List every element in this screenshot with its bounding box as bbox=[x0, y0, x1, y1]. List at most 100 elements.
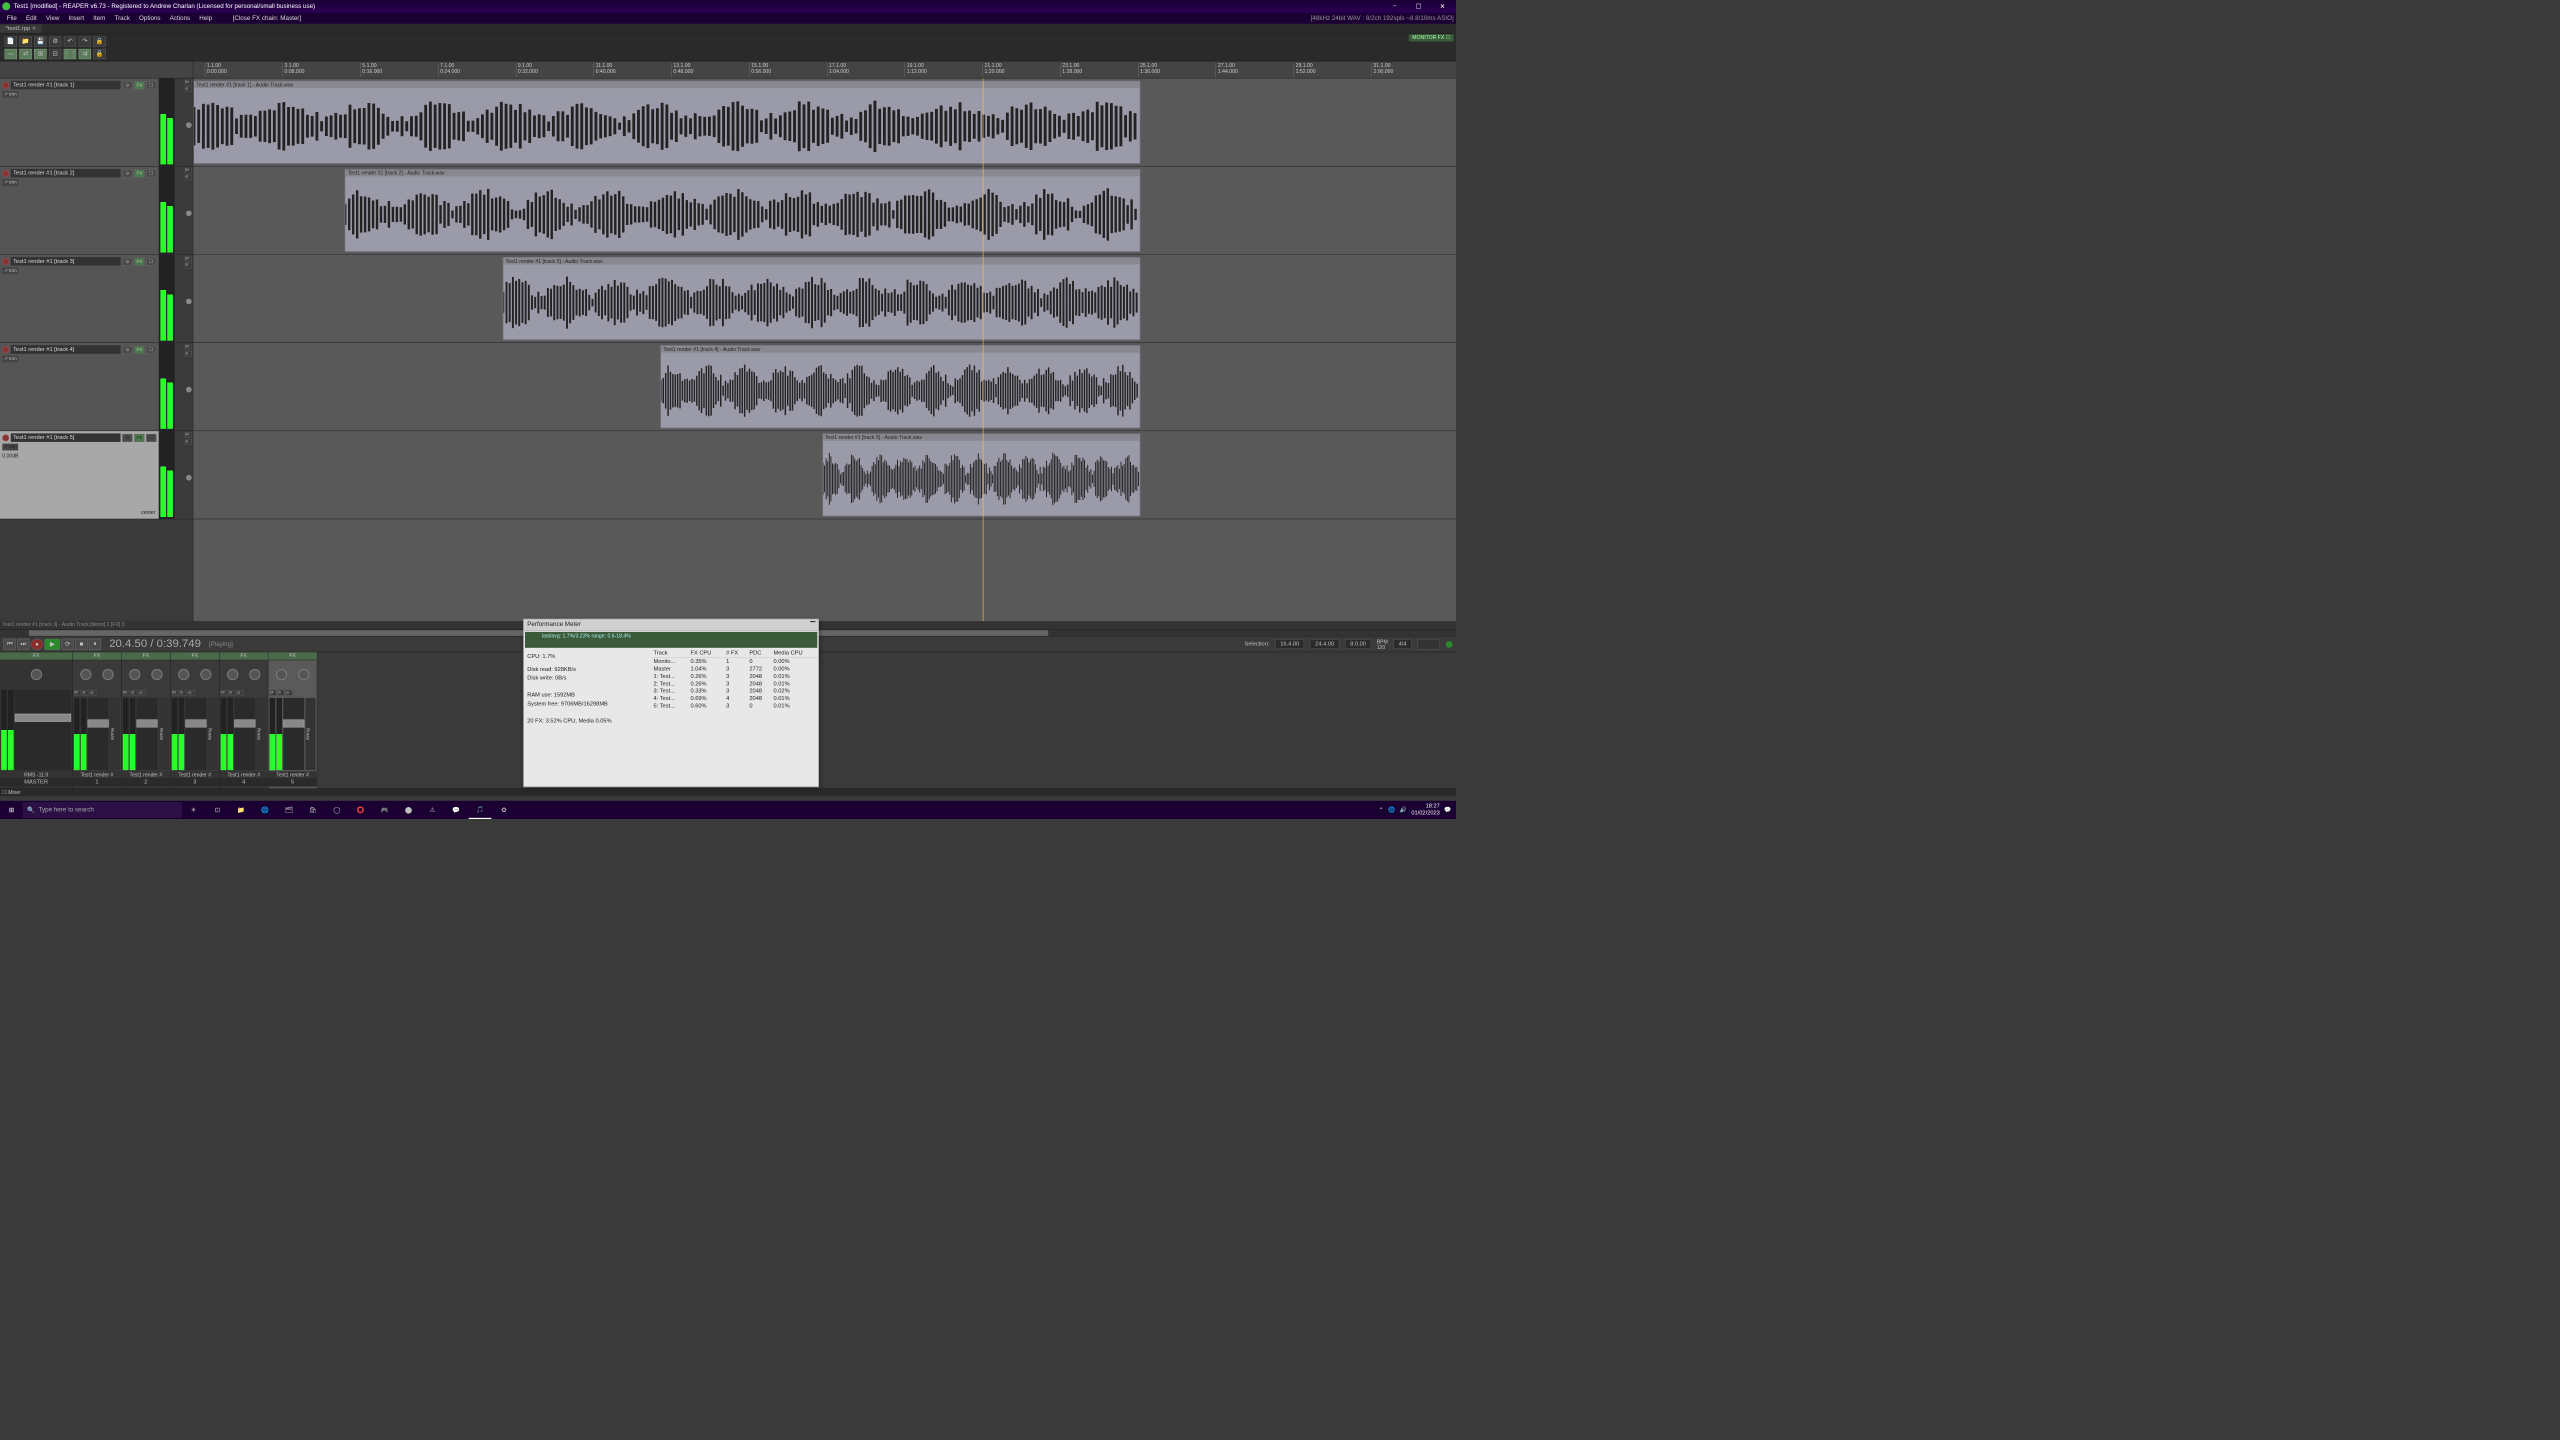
open-project-icon[interactable]: 📁 bbox=[19, 36, 32, 46]
explorer-icon[interactable]: 📁 bbox=[230, 801, 253, 819]
perf-titlebar[interactable]: Performance Meter ▔ bbox=[524, 619, 819, 630]
track-lane[interactable]: Test1 render #1 [track 3] - Audio Track.… bbox=[193, 255, 1456, 343]
fader-cap[interactable] bbox=[283, 720, 304, 728]
reaper-taskbar-icon[interactable]: 🎵 bbox=[469, 801, 492, 819]
stop-button[interactable]: ■ bbox=[75, 638, 88, 649]
record-arm-button[interactable] bbox=[2, 82, 9, 89]
gamepad-icon[interactable]: 🎮 bbox=[373, 801, 396, 819]
channel-solo-button[interactable]: S bbox=[180, 690, 187, 696]
channel-route-button[interactable]: Route bbox=[159, 698, 169, 770]
master-fx-button[interactable]: FX bbox=[0, 652, 72, 660]
menu-file[interactable]: File bbox=[2, 14, 21, 23]
perf-column-header[interactable]: Track bbox=[651, 649, 688, 658]
pause-button[interactable]: ⏸ bbox=[89, 638, 102, 649]
channel-mute-button[interactable]: M bbox=[270, 690, 277, 696]
master-pan-knob[interactable] bbox=[30, 669, 41, 680]
chrome-icon[interactable]: ◯ bbox=[325, 801, 348, 819]
mixer-master-strip[interactable]: FX RMS -11.9 MASTER bbox=[0, 652, 73, 788]
project-settings-icon[interactable]: ⚙ bbox=[49, 36, 62, 46]
play-button[interactable]: ▶ bbox=[44, 638, 60, 649]
channel-width-knob[interactable] bbox=[200, 669, 211, 680]
new-project-icon[interactable]: 📄 bbox=[5, 36, 18, 46]
track-io-button[interactable]: ⊙ bbox=[122, 434, 132, 442]
perf-table-row[interactable]: Master1.04%327720.00% bbox=[651, 665, 818, 672]
menu-actions[interactable]: Actions bbox=[165, 14, 195, 23]
tray-network-icon[interactable]: 🌐 bbox=[1388, 807, 1395, 813]
perf-table-row[interactable]: Monito...0.35%100.00% bbox=[651, 658, 818, 666]
track-fx-button[interactable]: FX bbox=[134, 434, 144, 442]
channel-name[interactable]: Test1 render # bbox=[268, 771, 316, 778]
channel-width-knob[interactable] bbox=[249, 669, 260, 680]
track-volume-area[interactable]: M S bbox=[175, 431, 193, 519]
fader-cap[interactable] bbox=[137, 720, 158, 728]
bpm-value[interactable]: 120 bbox=[1377, 644, 1388, 650]
selection-start[interactable]: 16.4.00 bbox=[1275, 639, 1304, 649]
steam-icon[interactable]: ⬤ bbox=[397, 801, 420, 819]
track-pan-knob[interactable] bbox=[186, 299, 192, 305]
track-volume-area[interactable]: M S bbox=[175, 167, 193, 255]
track-header[interactable]: Test1 render #1 [track 4] ⊙ FX ☐ ↗ trim bbox=[0, 343, 159, 431]
record-arm-button[interactable] bbox=[2, 170, 9, 177]
track-mute-button[interactable]: M bbox=[185, 256, 192, 262]
lock-icon[interactable]: 🔒 bbox=[93, 36, 106, 46]
mixer-channel-strip[interactable]: FX M S ⊙ Route Test1 render # 3 bbox=[171, 652, 220, 788]
selection-end[interactable]: 24.4.00 bbox=[1310, 639, 1339, 649]
task-view-icon[interactable]: ⊡ bbox=[206, 801, 229, 819]
track-mute-button[interactable]: M bbox=[185, 168, 192, 174]
rate-slider[interactable] bbox=[1417, 639, 1440, 649]
tray-chevron-icon[interactable]: ⌃ bbox=[1379, 807, 1384, 813]
track-name-field[interactable]: Test1 render #1 [track 5] bbox=[11, 433, 121, 442]
track-fx-bypass-button[interactable]: ☐ bbox=[146, 169, 156, 177]
track-name-field[interactable]: Test1 render #1 [track 2] bbox=[11, 169, 121, 178]
channel-mute-button[interactable]: M bbox=[123, 690, 130, 696]
channel-io-button[interactable]: ⊙ bbox=[139, 690, 146, 696]
tray-notifications-icon[interactable]: 💬 bbox=[1444, 807, 1451, 813]
track-fx-bypass-button[interactable]: ☐ bbox=[146, 81, 156, 89]
save-project-icon[interactable]: 💾 bbox=[34, 36, 47, 46]
channel-fx-button[interactable]: FX bbox=[122, 652, 170, 660]
track-header[interactable]: Test1 render #1 [track 5] ⊙ FX ☐ ↗ trim … bbox=[0, 431, 159, 519]
track-trim-button[interactable]: ↗ trim bbox=[2, 179, 18, 186]
track-trim-button[interactable]: ↗ trim bbox=[2, 355, 18, 362]
track-header[interactable]: Test1 render #1 [track 3] ⊙ FX ☐ ↗ trim bbox=[0, 255, 159, 343]
media-item[interactable]: Test1 render #1 [track 2] - Audio Track.… bbox=[345, 169, 1140, 252]
channel-name[interactable]: Test1 render # bbox=[220, 771, 268, 778]
channel-pan-knob[interactable] bbox=[80, 669, 91, 680]
close-button[interactable]: ✕ bbox=[1431, 1, 1454, 12]
track-io-button[interactable]: ⊙ bbox=[122, 81, 132, 89]
channel-fx-button[interactable]: FX bbox=[220, 652, 268, 660]
track-trim-button[interactable]: ↗ trim bbox=[2, 91, 18, 98]
track-io-button[interactable]: ⊙ bbox=[122, 346, 132, 354]
grid-lines-icon[interactable]: ⋮⋮ bbox=[64, 49, 77, 59]
weather-icon[interactable]: ☀ bbox=[182, 801, 205, 819]
undo-icon[interactable]: ↶ bbox=[64, 36, 77, 46]
perf-table-row[interactable]: 5: Test...0.60%300.01% bbox=[651, 702, 818, 709]
envelope-icon[interactable]: 〰 bbox=[5, 49, 18, 59]
menu-options[interactable]: Options bbox=[134, 14, 165, 23]
track-mute-button[interactable]: M bbox=[185, 344, 192, 350]
track-volume-area[interactable]: M S bbox=[175, 343, 193, 431]
channel-mute-button[interactable]: M bbox=[172, 690, 179, 696]
media-item[interactable]: Test1 render #1 [track 5] - Audio Track.… bbox=[822, 433, 1140, 516]
channel-route-button[interactable]: Route bbox=[110, 698, 120, 770]
fader-cap[interactable] bbox=[88, 720, 109, 728]
timeline-ruler[interactable]: 1.1.00 0:00.0003.1.00 0:08.0005.1.00 0:1… bbox=[0, 61, 1456, 78]
channel-route-button[interactable]: Route bbox=[305, 698, 315, 770]
monitor-fx-indicator[interactable]: MONITOR FX ☐ bbox=[1409, 34, 1454, 41]
perf-table-row[interactable]: 1: Test...0.26%320480.01% bbox=[651, 673, 818, 680]
mixer-channel-strip[interactable]: FX M S ⊙ Route Test1 render # 2 bbox=[122, 652, 171, 788]
channel-solo-button[interactable]: S bbox=[82, 690, 89, 696]
channel-fader[interactable] bbox=[88, 698, 109, 770]
mixer-channel-strip[interactable]: FX M S ⊙ Route Test1 render # 5 bbox=[268, 652, 317, 788]
channel-pan-knob[interactable] bbox=[178, 669, 189, 680]
channel-io-button[interactable]: ⊙ bbox=[90, 690, 97, 696]
perf-track-table[interactable]: TrackFX CPU# FXPDCMedia CPU Monito...0.3… bbox=[651, 649, 818, 729]
project-tab[interactable]: *test1.rpp × bbox=[0, 24, 42, 33]
track-solo-button[interactable]: S bbox=[185, 86, 192, 92]
channel-mute-button[interactable]: M bbox=[74, 690, 81, 696]
record-button[interactable]: ● bbox=[31, 638, 44, 649]
redo-icon[interactable]: ↷ bbox=[78, 36, 91, 46]
locking-icon[interactable]: 🔒 bbox=[93, 49, 106, 59]
time-display[interactable]: 20.4.50 / 0:39.749 bbox=[109, 638, 201, 651]
channel-width-knob[interactable] bbox=[298, 669, 309, 680]
